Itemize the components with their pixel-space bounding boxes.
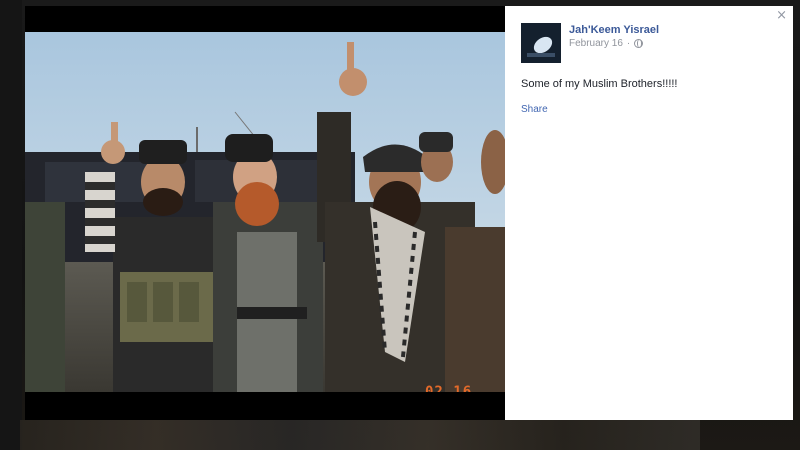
author-avatar[interactable]	[521, 23, 561, 63]
photo-comments-sidebar: × Jah'Keem Yisrael February 16 · Some of…	[505, 6, 793, 420]
post-meta: February 16 ·	[569, 38, 644, 49]
backdrop-left-edge	[0, 0, 22, 450]
photo-illustration	[25, 32, 505, 392]
close-icon[interactable]: ×	[776, 8, 787, 23]
share-button[interactable]: Share	[521, 104, 548, 115]
post-photo[interactable]: 02 16 2014	[25, 32, 505, 392]
photo-date-stamp: 02 16 2014	[425, 384, 473, 392]
meta-separator: ·	[626, 38, 631, 49]
backdrop-thumbnail-strip	[20, 420, 700, 450]
globe-icon[interactable]	[634, 39, 644, 48]
post-caption: Some of my Muslim Brothers!!!!!	[521, 78, 678, 90]
author-name-link[interactable]: Jah'Keem Yisrael	[569, 24, 659, 36]
post-date-link[interactable]: February 16	[569, 38, 623, 49]
